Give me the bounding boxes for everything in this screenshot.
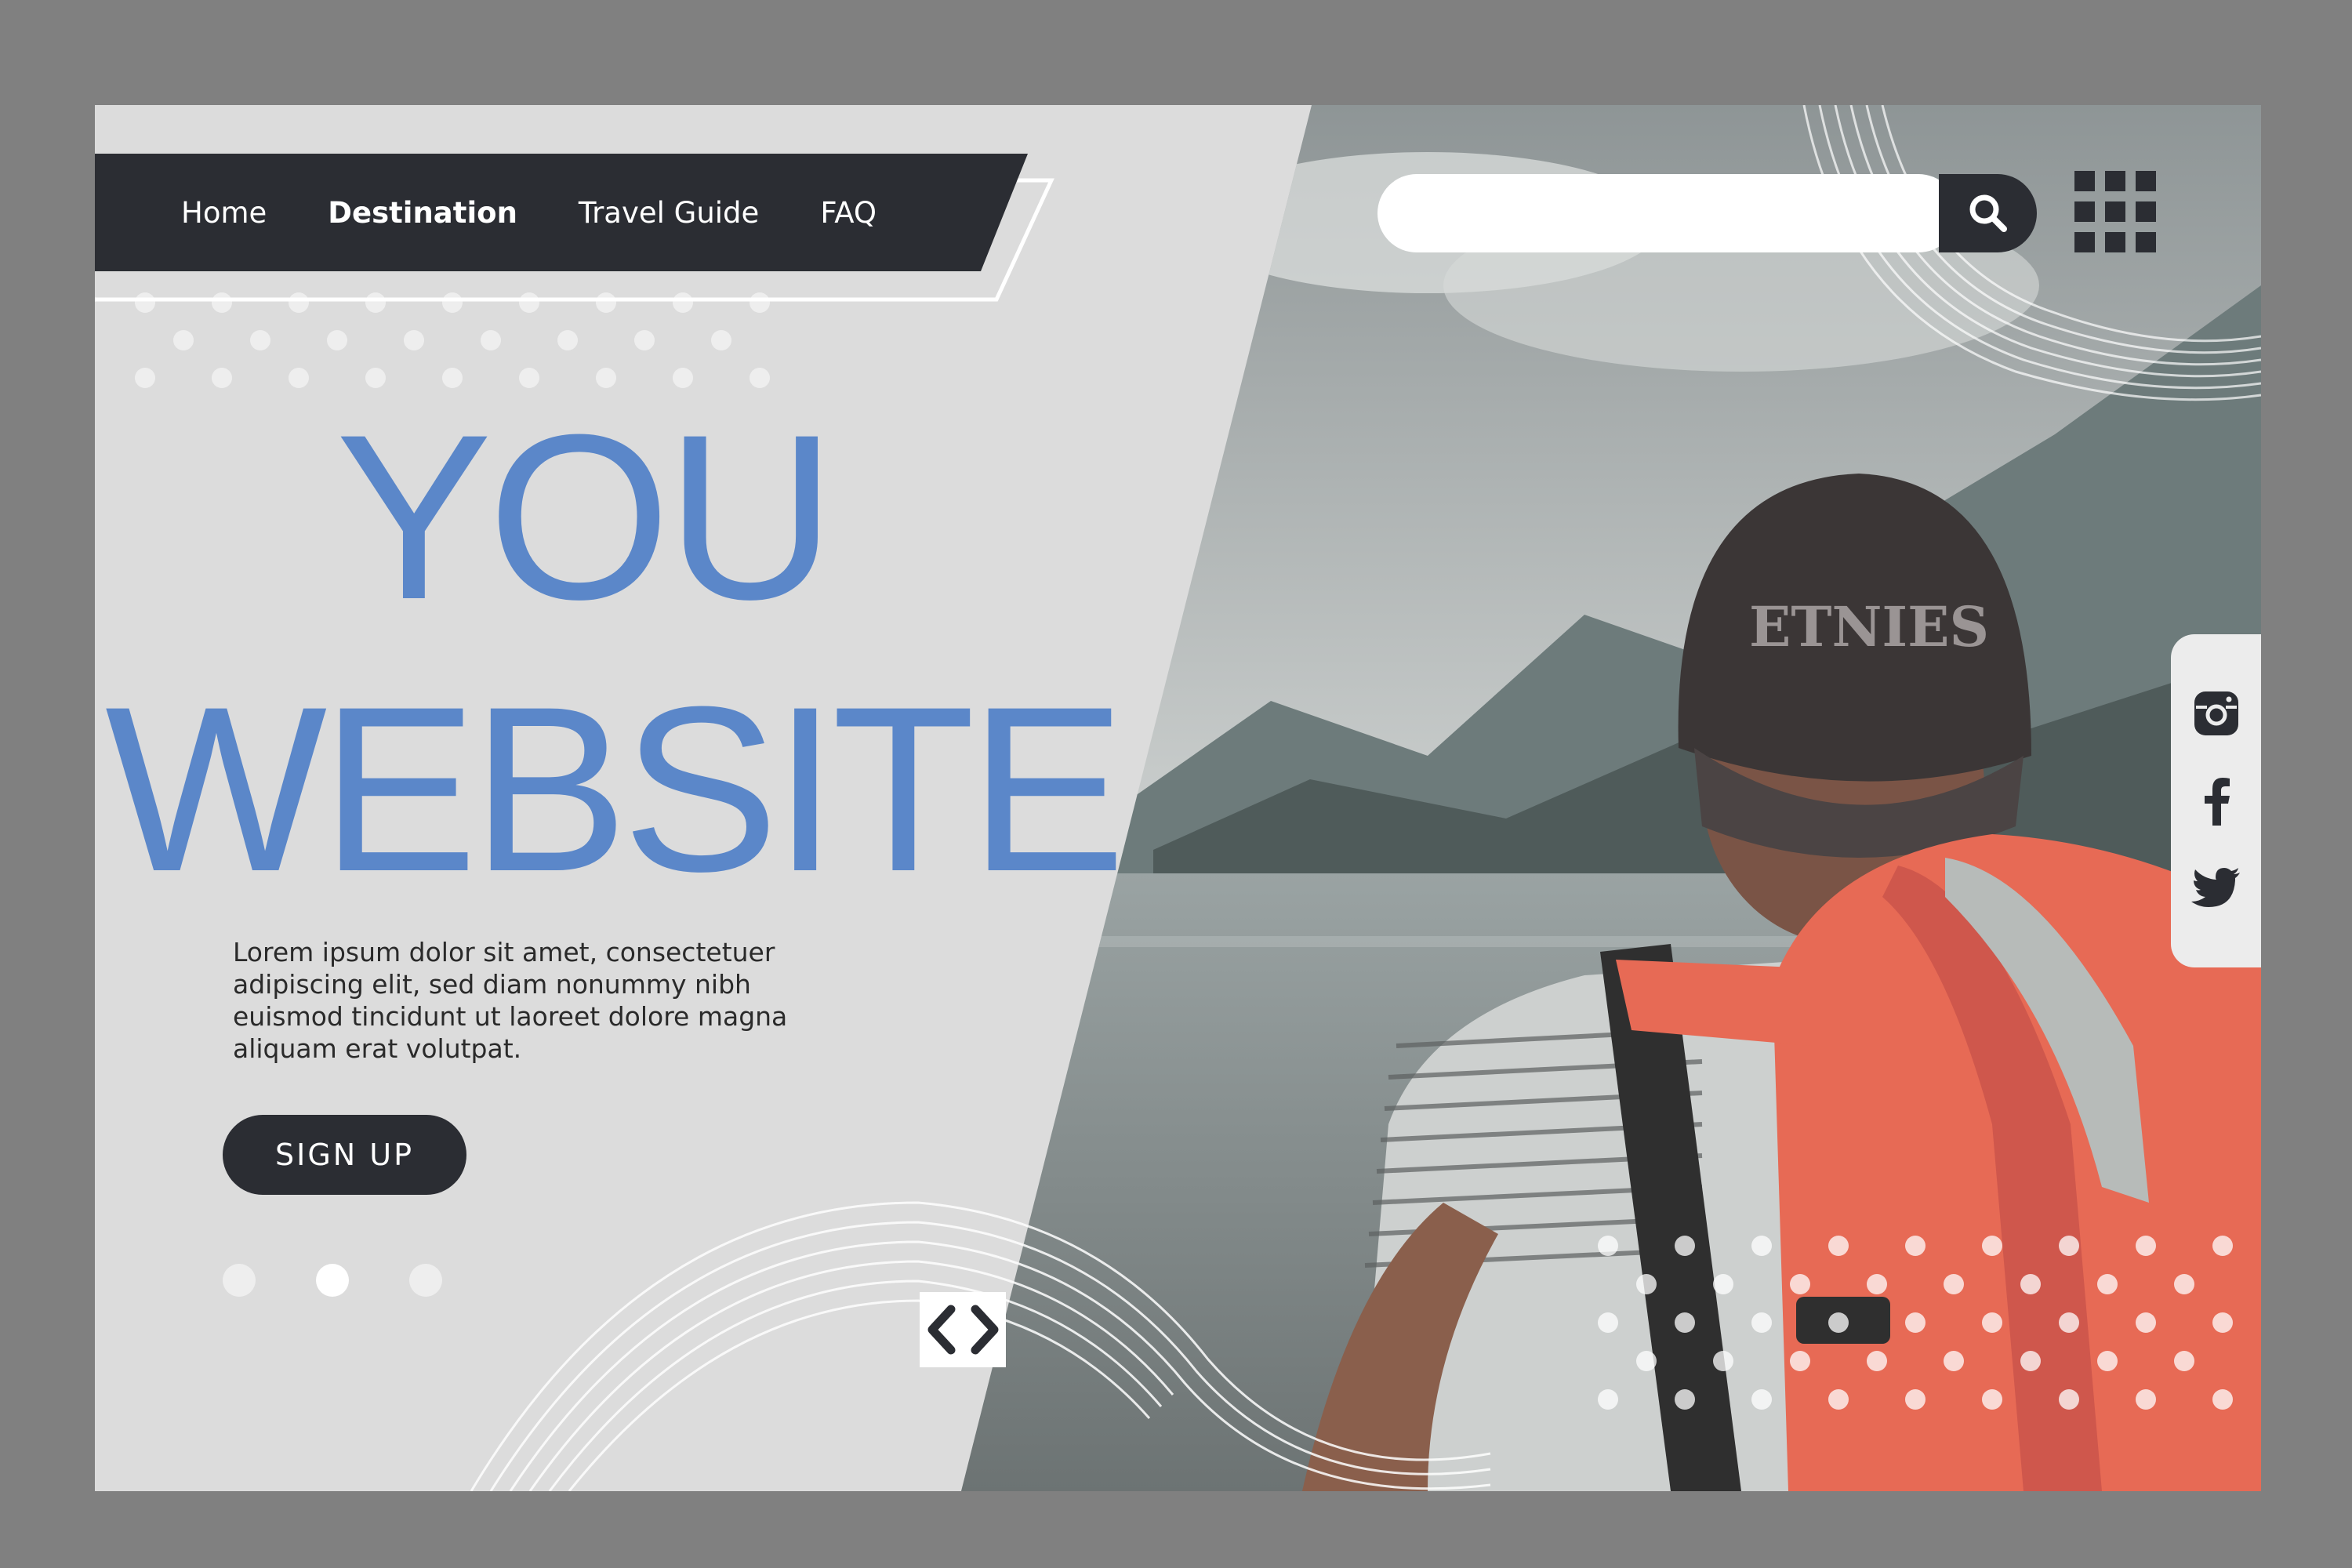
hero-description: Lorem ipsum dolor sit amet, consectetuer… — [233, 937, 788, 1064]
nav-item-travel-guide[interactable]: Travel Guide — [579, 196, 759, 230]
sign-up-button[interactable]: SIGN UP — [223, 1115, 466, 1195]
headline-line-2: WEBSITE — [105, 657, 1126, 920]
carousel-dot-2[interactable] — [316, 1264, 349, 1297]
carousel-dot-1[interactable] — [223, 1264, 256, 1297]
headline-line-1: YOU — [336, 385, 836, 648]
instagram-icon[interactable] — [2191, 688, 2241, 739]
carousel-pagination — [223, 1264, 442, 1297]
grid-menu-icon — [2074, 171, 2156, 252]
landing-page: ETNIES Home Destination Travel Guide FAQ… — [95, 105, 2261, 1491]
chevron-right-icon[interactable] — [966, 1302, 1004, 1357]
carousel-dot-3[interactable] — [409, 1264, 442, 1297]
chevron-left-icon[interactable] — [923, 1302, 960, 1357]
social-links — [2171, 634, 2261, 967]
grid-menu-button[interactable] — [2074, 171, 2156, 252]
nav-item-destination[interactable]: Destination — [328, 196, 517, 230]
search-input[interactable] — [1377, 174, 1958, 252]
search-icon — [1969, 194, 2007, 232]
twitter-icon[interactable] — [2190, 864, 2241, 914]
nav-item-faq[interactable]: FAQ — [820, 196, 877, 230]
main-nav: Home Destination Travel Guide FAQ — [181, 154, 938, 271]
nav-item-home[interactable]: Home — [181, 196, 267, 230]
search-button[interactable] — [1939, 174, 2037, 252]
carousel-arrows — [920, 1292, 1006, 1367]
facebook-icon[interactable] — [2191, 776, 2241, 826]
